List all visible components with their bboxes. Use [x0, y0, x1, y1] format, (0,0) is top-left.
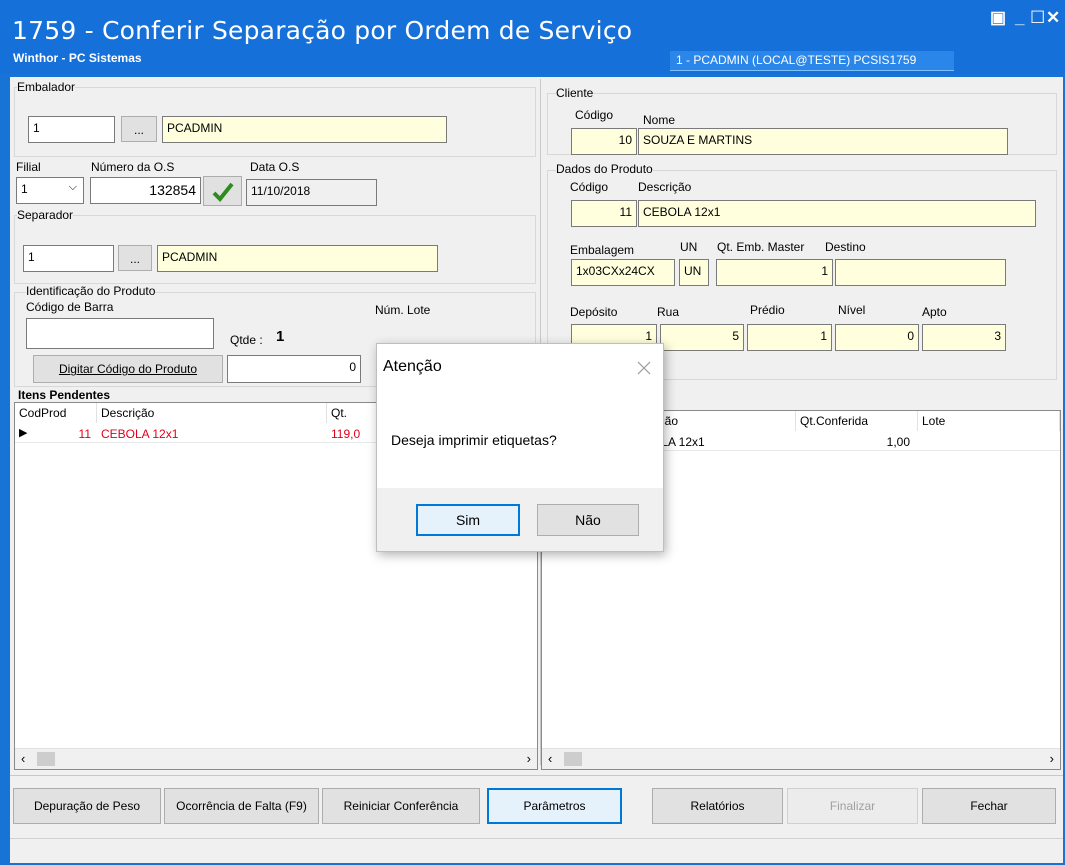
digitar-codigo-button[interactable]: Digitar Código do Produto	[33, 355, 223, 383]
destino-label: Destino	[825, 240, 866, 254]
os-number-input[interactable]: 132854	[90, 177, 201, 204]
window-subtitle: Winthor - PC Sistemas	[13, 51, 142, 65]
scroll-right-icon[interactable]: ›	[527, 751, 531, 766]
produto-legend: Dados do Produto	[556, 162, 653, 176]
column-header-lote[interactable]: Lote	[918, 411, 1060, 431]
cliente-codigo-label: Código	[575, 108, 614, 122]
maximize-icon[interactable]: ☐	[1030, 8, 1045, 28]
user-info: 1 - PCADMIN (LOCAL@TESTE) PCSIS1759	[670, 51, 954, 71]
lote-label: Núm. Lote	[375, 303, 431, 317]
pending-qt: 119,0	[331, 427, 361, 441]
dialog-footer: Sim Não	[377, 488, 663, 551]
separador-code-input[interactable]: 1	[23, 245, 114, 272]
ocorrencia-falta-button[interactable]: Ocorrência de Falta (F9)	[164, 788, 319, 824]
filial-label: Filial	[16, 160, 41, 174]
depuracao-peso-button[interactable]: Depuração de Peso	[13, 788, 161, 824]
un-label: UN	[680, 240, 698, 254]
cliente-nome-label: Nome	[643, 113, 676, 127]
filial-value: 1	[21, 182, 28, 196]
barcode-label: Código de Barra	[26, 300, 114, 314]
separador-name-field: PCADMIN	[157, 245, 438, 272]
embalador-lookup-button[interactable]: ...	[121, 116, 157, 142]
minimize-icon[interactable]: _	[1015, 8, 1024, 28]
rua-label: Rua	[657, 305, 680, 319]
produto-codigo-field: 11	[571, 200, 637, 227]
title-bar: 1759 - Conferir Separação por Ordem de S…	[0, 0, 1065, 74]
itens-pendentes-title: Itens Pendentes	[18, 388, 111, 402]
confirm-os-button[interactable]	[203, 176, 242, 206]
quantity-input[interactable]: 0	[227, 355, 361, 383]
qtde-label: Qtde :	[230, 333, 263, 347]
dialog-message: Deseja imprimir etiquetas?	[391, 432, 557, 448]
horizontal-scrollbar[interactable]: ‹ ›	[542, 748, 1060, 769]
embalagem-label: Embalagem	[570, 243, 635, 257]
identificacao-legend: Identificação do Produto	[26, 284, 156, 298]
data-os-label: Data O.S	[250, 160, 300, 174]
filial-select[interactable]: 1 ⌵	[16, 177, 84, 204]
separador-legend: Separador	[17, 208, 74, 222]
scrollbar-thumb[interactable]	[564, 752, 582, 766]
produto-codigo-label: Código	[570, 180, 609, 194]
chevron-down-icon: ⌵	[68, 181, 77, 193]
parametros-button[interactable]: Parâmetros	[487, 788, 622, 824]
relatorios-button[interactable]: Relatórios	[652, 788, 783, 824]
embalagem-field: 1x03CXx24CX	[571, 259, 675, 286]
nivel-field: 0	[835, 324, 919, 351]
nao-button[interactable]: Não	[537, 504, 639, 536]
dialog-title: Atenção	[383, 358, 442, 375]
apto-label: Apto	[922, 305, 947, 319]
reiniciar-conferencia-button[interactable]: Reiniciar Conferência	[322, 788, 480, 824]
embalador-name-field: PCADMIN	[162, 116, 447, 143]
row-pointer-icon: ▶	[19, 427, 28, 439]
un-field: UN	[679, 259, 709, 286]
os-label: Número da O.S	[91, 160, 175, 174]
close-icon[interactable]	[635, 359, 653, 377]
window-title: 1759 - Conferir Separação por Ordem de S…	[12, 16, 633, 45]
deposito-label: Depósito	[570, 305, 618, 319]
confirm-dialog: Atenção Deseja imprimir etiquetas? Sim N…	[376, 343, 664, 552]
bottom-divider	[10, 775, 1063, 776]
qt-master-field: 1	[716, 259, 833, 286]
produto-descricao-field: CEBOLA 12x1	[638, 200, 1036, 227]
column-header-codprod[interactable]: CodProd	[15, 403, 97, 423]
predio-label: Prédio	[750, 303, 785, 317]
horizontal-scrollbar[interactable]: ‹ ›	[15, 748, 537, 769]
scroll-left-icon[interactable]: ‹	[21, 751, 25, 766]
apto-field: 3	[922, 324, 1006, 351]
predio-field: 1	[747, 324, 832, 351]
data-os-field: 11/10/2018	[246, 179, 377, 206]
finalizar-button[interactable]: Finalizar	[787, 788, 918, 824]
cliente-nome-field: SOUZA E MARTINS	[638, 128, 1008, 155]
check-icon	[212, 182, 234, 202]
qt-master-label: Qt. Emb. Master	[717, 240, 805, 254]
embalador-code-input[interactable]: 1	[28, 116, 115, 143]
destino-field	[835, 259, 1006, 286]
pending-descricao: CEBOLA 12x1	[101, 427, 179, 441]
close-icon[interactable]: ✕	[1046, 8, 1060, 28]
restore-icon[interactable]: ▣	[990, 8, 1006, 28]
cliente-legend: Cliente	[556, 86, 594, 100]
produto-descricao-label: Descrição	[638, 180, 692, 194]
nivel-label: Nível	[838, 303, 866, 317]
conferido-qt: 1,00	[886, 435, 910, 449]
scrollbar-thumb[interactable]	[37, 752, 55, 766]
rua-field: 5	[660, 324, 744, 351]
sim-button[interactable]: Sim	[416, 504, 520, 536]
column-header-descricao[interactable]: Descrição	[97, 403, 327, 423]
separador-lookup-button[interactable]: ...	[118, 245, 152, 271]
cliente-codigo-field: 10	[571, 128, 637, 155]
scroll-right-icon[interactable]: ›	[1050, 751, 1054, 766]
status-bar	[10, 838, 1063, 863]
barcode-input[interactable]	[26, 318, 214, 349]
pending-codprod: 11	[78, 427, 91, 441]
embalador-legend: Embalador	[17, 80, 76, 94]
fechar-button[interactable]: Fechar	[922, 788, 1056, 824]
scroll-left-icon[interactable]: ‹	[548, 751, 552, 766]
qtde-value: 1	[276, 328, 285, 345]
column-header-qt-conferida[interactable]: Qt.Conferida	[796, 411, 918, 431]
